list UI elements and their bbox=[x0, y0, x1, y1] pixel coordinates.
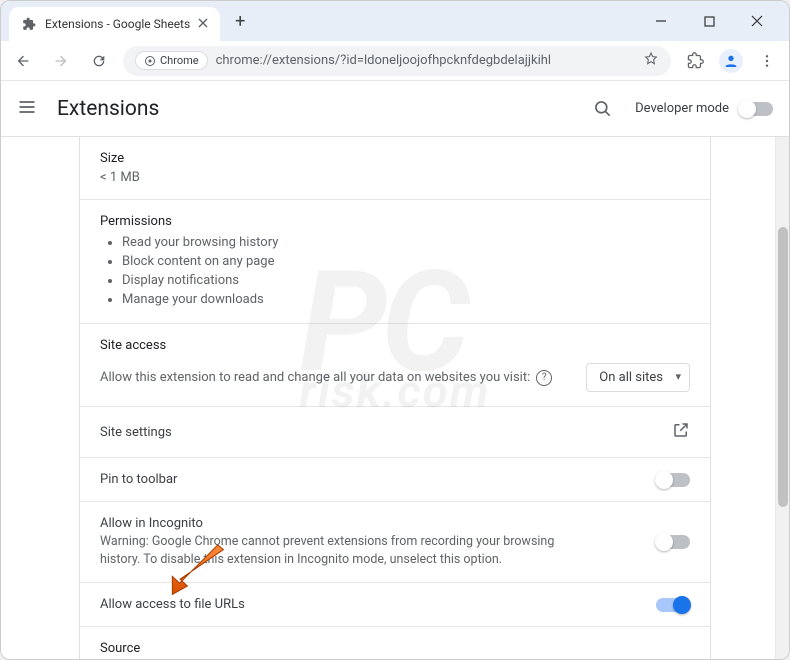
developer-mode-toggle[interactable] bbox=[739, 102, 773, 116]
browser-tab[interactable]: Extensions - Google Sheets bbox=[9, 7, 220, 41]
section-allow-incognito: Allow in Incognito Warning: Google Chrom… bbox=[80, 501, 710, 582]
section-size: Size < 1 MB bbox=[80, 137, 710, 199]
nav-forward-button[interactable] bbox=[47, 47, 75, 75]
menu-hamburger-icon[interactable] bbox=[17, 97, 37, 121]
section-permissions: Permissions Read your browsing history B… bbox=[80, 199, 710, 323]
permission-item: Manage your downloads bbox=[122, 290, 690, 309]
permissions-list: Read your browsing history Block content… bbox=[100, 233, 690, 309]
nav-reload-button[interactable] bbox=[85, 47, 113, 75]
file-urls-toggle[interactable] bbox=[656, 598, 690, 612]
search-icon[interactable] bbox=[589, 95, 617, 123]
incognito-toggle[interactable] bbox=[656, 535, 690, 549]
omnibox[interactable]: Chrome chrome://extensions/?id=ldoneljoo… bbox=[123, 46, 671, 76]
section-pin-toolbar: Pin to toolbar bbox=[80, 457, 710, 501]
tab-title: Extensions - Google Sheets bbox=[45, 17, 190, 31]
site-settings-label: Site settings bbox=[100, 425, 172, 440]
permission-item: Display notifications bbox=[122, 271, 690, 290]
size-value: < 1 MB bbox=[100, 170, 690, 185]
open-external-icon bbox=[672, 421, 690, 443]
url-scheme-chip: Chrome bbox=[135, 51, 208, 70]
window-minimize-button[interactable] bbox=[643, 7, 679, 35]
tab-close-icon[interactable] bbox=[198, 17, 208, 31]
site-access-desc: Allow this extension to read and change … bbox=[100, 370, 530, 385]
site-access-label: Site access bbox=[100, 338, 690, 353]
source-label: Source bbox=[100, 641, 690, 656]
scrollbar[interactable] bbox=[775, 137, 789, 659]
extensions-toolbar-icon[interactable] bbox=[681, 47, 709, 75]
file-urls-label: Allow access to file URLs bbox=[100, 597, 245, 612]
site-access-select[interactable]: On all sites bbox=[586, 363, 690, 392]
new-tab-button[interactable]: + bbox=[226, 7, 254, 35]
incognito-desc: Warning: Google Chrome cannot prevent ex… bbox=[100, 533, 580, 568]
developer-mode-label: Developer mode bbox=[635, 101, 729, 116]
section-file-urls: Allow access to file URLs bbox=[80, 582, 710, 626]
bookmark-star-icon[interactable] bbox=[643, 51, 659, 71]
incognito-label: Allow in Incognito bbox=[100, 516, 644, 531]
page-title: Extensions bbox=[57, 97, 159, 121]
permission-item: Read your browsing history bbox=[122, 233, 690, 252]
permission-item: Block content on any page bbox=[122, 252, 690, 271]
section-source: Source Unpacked extension Loaded from: ~… bbox=[80, 626, 710, 659]
url-text: chrome://extensions/?id=ldoneljoojofhpck… bbox=[216, 53, 551, 68]
pin-toolbar-label: Pin to toolbar bbox=[100, 472, 177, 487]
app-header: Extensions Developer mode bbox=[1, 81, 789, 137]
pin-toolbar-toggle[interactable] bbox=[656, 473, 690, 487]
extension-favicon-icon bbox=[21, 16, 37, 32]
size-label: Size bbox=[100, 151, 690, 166]
help-icon[interactable]: ? bbox=[536, 370, 552, 386]
section-site-settings[interactable]: Site settings bbox=[80, 406, 710, 457]
titlebar: Extensions - Google Sheets + bbox=[1, 1, 789, 41]
profile-avatar[interactable] bbox=[719, 49, 743, 73]
scrollbar-thumb[interactable] bbox=[778, 227, 788, 507]
browser-menu-icon[interactable] bbox=[753, 47, 781, 75]
section-site-access: Site access Allow this extension to read… bbox=[80, 323, 710, 406]
extension-detail-card: Size < 1 MB Permissions Read your browsi… bbox=[79, 137, 711, 659]
window-close-button[interactable] bbox=[739, 7, 775, 35]
permissions-label: Permissions bbox=[100, 214, 690, 229]
address-bar-row: Chrome chrome://extensions/?id=ldoneljoo… bbox=[1, 41, 789, 81]
nav-back-button[interactable] bbox=[9, 47, 37, 75]
window-maximize-button[interactable] bbox=[691, 7, 727, 35]
